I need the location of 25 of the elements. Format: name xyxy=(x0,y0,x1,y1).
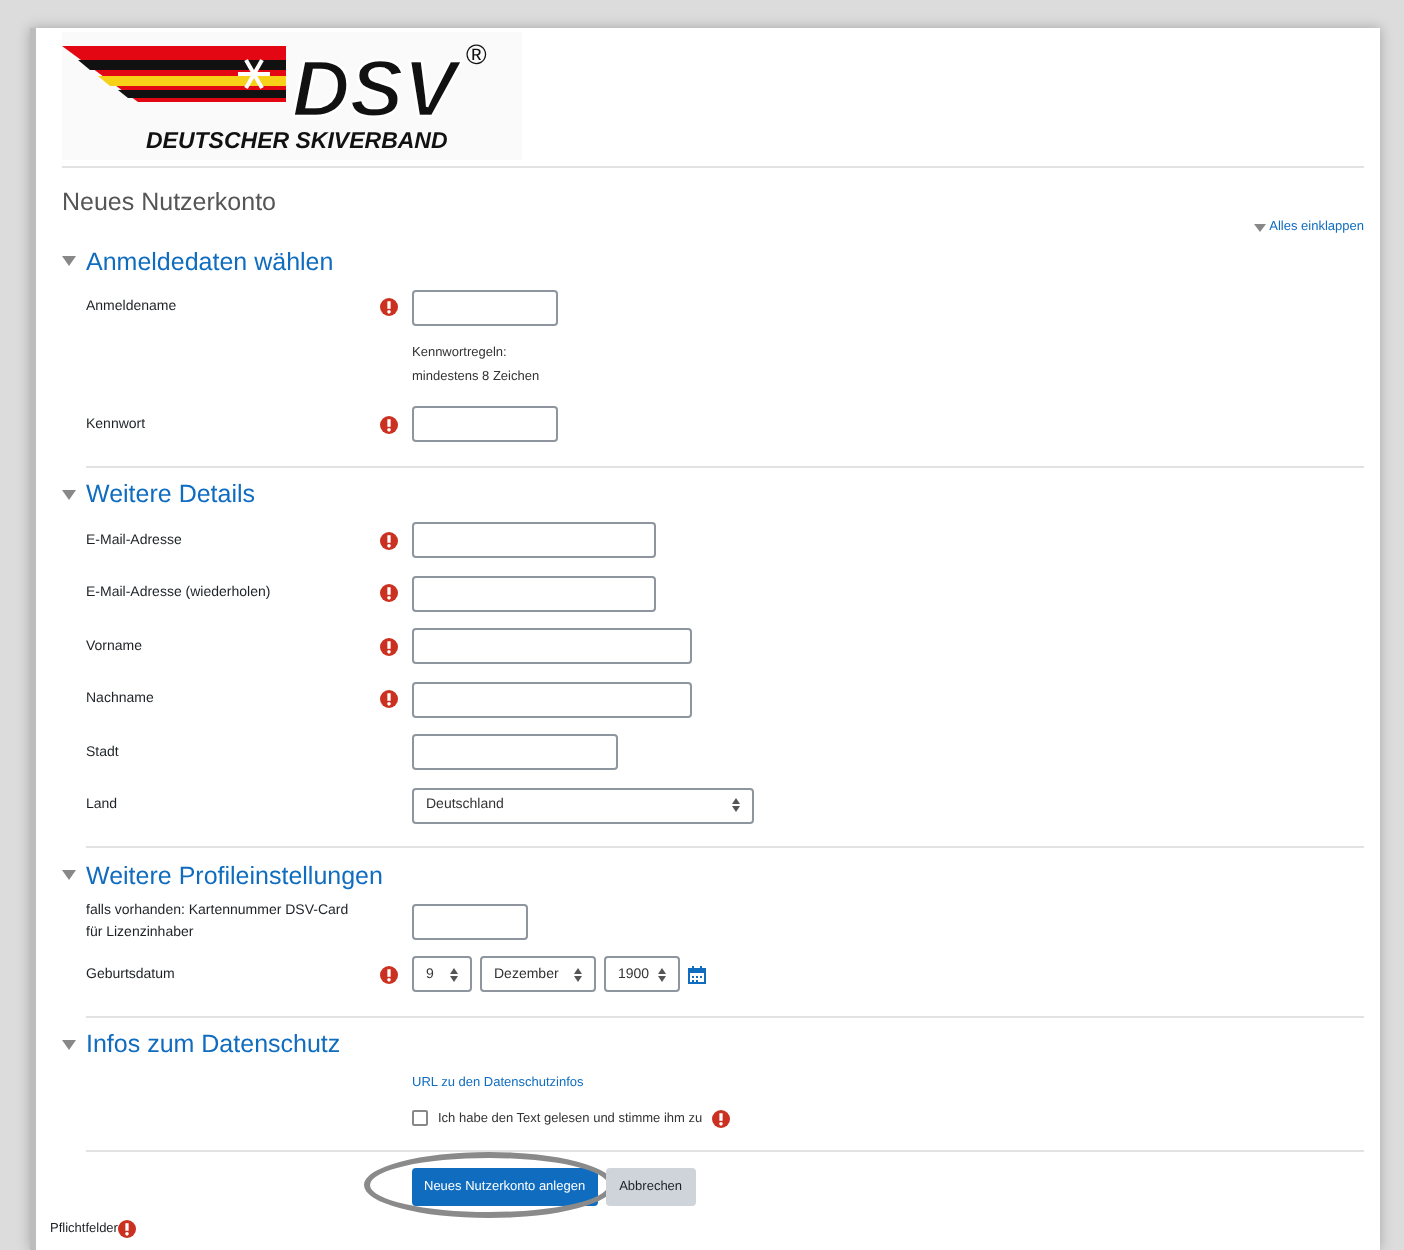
triangle-icon xyxy=(62,489,76,499)
text-input[interactable] xyxy=(412,522,656,559)
triangle-icon xyxy=(1253,223,1266,231)
triangle-icon xyxy=(62,870,76,880)
sort-arrows-icon xyxy=(658,967,666,982)
text-input[interactable] xyxy=(412,681,692,718)
sort-arrows-icon xyxy=(574,967,582,982)
text-input[interactable] xyxy=(412,734,618,771)
sort-arrows-icon xyxy=(450,967,458,982)
checkbox[interactable] xyxy=(412,1110,428,1126)
text-input[interactable] xyxy=(412,628,692,665)
text-input[interactable] xyxy=(412,406,558,443)
section-toggle[interactable]: Anmeldedaten wählen xyxy=(62,245,334,277)
text-input[interactable] xyxy=(412,575,656,612)
calendar-icon[interactable] xyxy=(688,965,706,984)
section-toggle[interactable]: Weitere Profileinstellungen xyxy=(62,859,383,891)
text-input[interactable] xyxy=(412,903,528,940)
sort-arrows-icon xyxy=(732,798,740,813)
text-input[interactable] xyxy=(412,289,558,326)
section-toggle[interactable]: Infos zum Datenschutz xyxy=(62,1028,341,1060)
section-toggle[interactable]: Weitere Details xyxy=(62,478,256,510)
page-title: Neues Nutzerkonto xyxy=(62,186,279,218)
triangle-icon xyxy=(62,1039,76,1049)
required-icon xyxy=(117,1220,136,1238)
triangle-icon xyxy=(62,256,76,266)
